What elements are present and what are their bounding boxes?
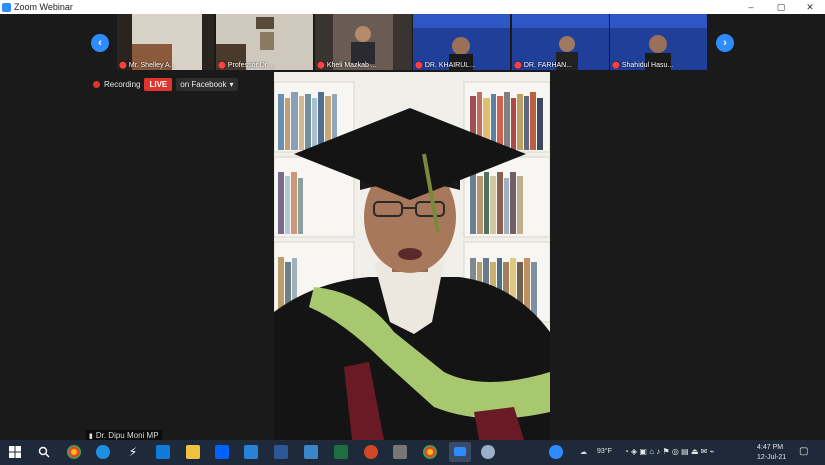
live-badge[interactable]: LIVE — [144, 78, 173, 91]
mic-muted-icon: ⬤ — [317, 62, 325, 69]
notification-icon[interactable]: ▢ — [799, 446, 808, 457]
webinar-main-area: ‹ › ⬤ Mr. Shelley A... ⬤ Professor Dr...… — [0, 14, 825, 441]
recording-icon — [93, 81, 100, 88]
search-icon[interactable] — [38, 446, 50, 458]
windows-start-icon[interactable] — [9, 446, 21, 458]
app-icon[interactable]: ⚡ — [126, 445, 140, 459]
participant-name: ⬤ Professor Dr.... — [218, 61, 275, 70]
dropbox-icon[interactable] — [215, 445, 229, 459]
speaker-video-frame — [274, 72, 550, 440]
mic-muted-icon: ⬤ — [119, 62, 127, 69]
window-titlebar: Zoom Webinar – ▢ ✕ — [0, 0, 825, 14]
participant-thumbnail[interactable]: ⬤ Mr. Shelley A... — [117, 14, 214, 70]
mic-muted-icon: ⬤ — [514, 62, 522, 69]
participant-name: ⬤ DR. FARHAN... — [514, 61, 573, 70]
tray-icons[interactable]: ◔ ◈ ▣ ⌂ ♪ ⚑ ◎ ▤ ⏏ ✉ ⌁ — [624, 447, 714, 456]
participant-thumbnail[interactable]: ⬤ Kheli Mazkab ... — [315, 14, 412, 70]
participant-name: ⬤ DR. KHAIRUL... — [415, 61, 476, 70]
live-platform-dropdown[interactable]: on Facebook ▾ — [176, 78, 238, 91]
participant-thumbnail[interactable]: ⬤ DR. KHAIRUL... — [413, 14, 510, 70]
powerpoint-icon[interactable] — [364, 445, 378, 459]
zoom-app-icon — [2, 2, 11, 12]
maximize-button[interactable]: ▢ — [768, 0, 794, 14]
active-speaker-video — [274, 72, 550, 440]
windows-taskbar: ⚡ ☁ 93°F ◔ ◈ ▣ ⌂ ♪ ⚑ ◎ ▤ ⏏ ✉ ⌁ 4:47 PM 1… — [0, 440, 825, 465]
chevron-down-icon: ▾ — [229, 80, 234, 89]
clock-date[interactable]: 12-Jul-21 — [757, 454, 786, 461]
participant-thumbnail[interactable]: ⬤ DR. FARHAN... — [512, 14, 609, 70]
excel-icon[interactable] — [334, 445, 348, 459]
app-icon[interactable] — [393, 445, 407, 459]
chrome-icon[interactable] — [423, 445, 437, 459]
mic-muted-icon: ⬤ — [612, 62, 620, 69]
participant-name: ⬤ Shahidul Hasu... — [612, 61, 674, 70]
live-platform-label: on Facebook — [180, 80, 227, 89]
participant-name: ⬤ Kheli Mazkab ... — [317, 61, 377, 70]
strip-prev-button[interactable]: ‹ — [91, 34, 109, 52]
participant-thumbnail[interactable]: ⬤ Shahidul Hasu... — [610, 14, 707, 70]
app-icon[interactable] — [549, 445, 563, 459]
window-title: Zoom Webinar — [14, 2, 73, 12]
recording-label: Recording — [104, 80, 141, 89]
zoom-taskbar-button[interactable] — [449, 442, 471, 462]
chrome-icon[interactable] — [67, 445, 81, 459]
weather-temperature[interactable]: 93°F — [597, 448, 612, 455]
app-icon[interactable] — [156, 445, 170, 459]
app-icon[interactable] — [304, 445, 318, 459]
minimize-button[interactable]: – — [738, 0, 764, 14]
mail-icon[interactable] — [244, 445, 258, 459]
strip-next-button[interactable]: › — [716, 34, 734, 52]
clock-time[interactable]: 4:47 PM — [757, 444, 783, 451]
edge-icon[interactable] — [96, 445, 110, 459]
participant-name: ⬤ Mr. Shelley A... — [119, 61, 176, 70]
word-icon[interactable] — [274, 445, 288, 459]
file-explorer-icon[interactable] — [186, 445, 200, 459]
signal-bars-icon: ▮ — [89, 432, 93, 440]
participant-thumbnail[interactable]: ⬤ Professor Dr.... — [216, 14, 313, 70]
recording-status-row: Recording LIVE on Facebook ▾ — [93, 77, 238, 92]
mic-muted-icon: ⬤ — [415, 62, 423, 69]
zoom-icon — [454, 447, 466, 456]
app-icon[interactable] — [481, 445, 495, 459]
mic-muted-icon: ⬤ — [218, 62, 226, 69]
close-button[interactable]: ✕ — [797, 0, 823, 14]
weather-icon[interactable]: ☁ — [580, 448, 587, 456]
